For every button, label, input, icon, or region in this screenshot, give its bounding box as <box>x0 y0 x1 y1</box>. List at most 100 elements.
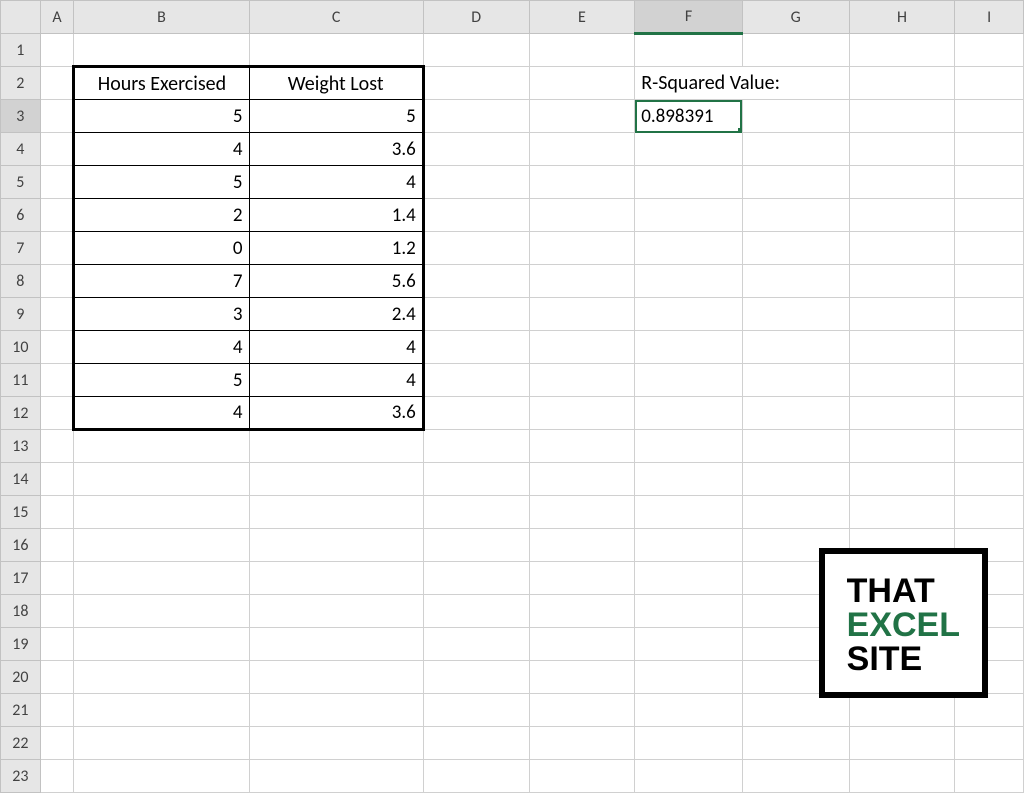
cell[interactable] <box>40 67 74 100</box>
cell[interactable] <box>849 496 955 529</box>
cell[interactable] <box>849 463 955 496</box>
cell[interactable] <box>40 760 74 793</box>
cell[interactable] <box>635 232 743 265</box>
cell-F3-selected[interactable]: 0.898391 <box>635 100 743 133</box>
cell[interactable] <box>423 34 529 67</box>
cell-C5[interactable]: 4 <box>249 166 423 199</box>
cell[interactable] <box>74 727 249 760</box>
row-header-10[interactable]: 10 <box>1 331 41 364</box>
cell[interactable] <box>423 529 529 562</box>
cell[interactable] <box>423 463 529 496</box>
row-header-16[interactable]: 16 <box>1 529 41 562</box>
cell[interactable] <box>74 496 249 529</box>
cell[interactable] <box>423 67 529 100</box>
cell[interactable] <box>742 265 849 298</box>
row-header-8[interactable]: 8 <box>1 265 41 298</box>
cell[interactable] <box>742 727 849 760</box>
table-header-hours[interactable]: Hours Exercised <box>74 67 249 100</box>
cell[interactable] <box>423 496 529 529</box>
cell[interactable] <box>423 232 529 265</box>
row-header-13[interactable]: 13 <box>1 430 41 463</box>
cell[interactable] <box>529 595 635 628</box>
cell[interactable] <box>635 34 743 67</box>
cell[interactable] <box>955 199 1024 232</box>
col-header-A[interactable]: A <box>40 1 74 34</box>
cell[interactable] <box>423 595 529 628</box>
cell[interactable] <box>529 34 635 67</box>
cell[interactable] <box>529 496 635 529</box>
cell[interactable] <box>849 727 955 760</box>
cell[interactable] <box>249 727 423 760</box>
cell[interactable] <box>955 100 1024 133</box>
cell[interactable] <box>742 397 849 430</box>
cell[interactable] <box>955 364 1024 397</box>
cell[interactable] <box>849 298 955 331</box>
cell[interactable] <box>635 628 743 661</box>
cell[interactable] <box>40 463 74 496</box>
cell[interactable] <box>849 760 955 793</box>
cell[interactable] <box>74 694 249 727</box>
cell[interactable] <box>742 760 849 793</box>
cell[interactable] <box>635 199 743 232</box>
cell[interactable] <box>423 166 529 199</box>
cell[interactable] <box>74 430 249 463</box>
cell[interactable] <box>40 694 74 727</box>
row-header-9[interactable]: 9 <box>1 298 41 331</box>
cell[interactable] <box>40 727 74 760</box>
cell[interactable] <box>742 694 849 727</box>
cell-B5[interactable]: 5 <box>74 166 249 199</box>
cell[interactable] <box>742 364 849 397</box>
row-header-21[interactable]: 21 <box>1 694 41 727</box>
cell[interactable] <box>955 232 1024 265</box>
cell[interactable] <box>849 100 955 133</box>
cell[interactable] <box>529 628 635 661</box>
cell[interactable] <box>635 298 743 331</box>
cell[interactable] <box>849 694 955 727</box>
row-header-14[interactable]: 14 <box>1 463 41 496</box>
cell[interactable] <box>529 331 635 364</box>
cell[interactable] <box>249 694 423 727</box>
cell[interactable] <box>529 232 635 265</box>
cell[interactable] <box>955 133 1024 166</box>
cell[interactable] <box>635 397 743 430</box>
cell[interactable] <box>635 595 743 628</box>
cell[interactable] <box>74 661 249 694</box>
cell[interactable] <box>423 661 529 694</box>
cell[interactable] <box>529 430 635 463</box>
cell[interactable] <box>529 661 635 694</box>
cell-B12[interactable]: 4 <box>74 397 249 430</box>
col-header-H[interactable]: H <box>849 1 955 34</box>
cell[interactable] <box>529 694 635 727</box>
cell[interactable] <box>529 166 635 199</box>
cell[interactable] <box>635 166 743 199</box>
cell[interactable] <box>249 430 423 463</box>
cell[interactable] <box>635 760 743 793</box>
cell[interactable] <box>955 331 1024 364</box>
cell[interactable] <box>955 298 1024 331</box>
cell-C4[interactable]: 3.6 <box>249 133 423 166</box>
cell[interactable] <box>40 298 74 331</box>
cell[interactable] <box>249 562 423 595</box>
cell[interactable] <box>40 628 74 661</box>
cell[interactable] <box>849 364 955 397</box>
cell[interactable] <box>529 397 635 430</box>
cell[interactable] <box>74 463 249 496</box>
cell[interactable] <box>423 199 529 232</box>
row-header-12[interactable]: 12 <box>1 397 41 430</box>
cell[interactable] <box>74 34 249 67</box>
cell[interactable] <box>955 496 1024 529</box>
cell[interactable] <box>40 529 74 562</box>
cell[interactable] <box>955 67 1024 100</box>
cell-C7[interactable]: 1.2 <box>249 232 423 265</box>
cell[interactable] <box>955 265 1024 298</box>
cell[interactable] <box>40 496 74 529</box>
cell[interactable] <box>423 628 529 661</box>
cell[interactable] <box>849 166 955 199</box>
cell[interactable] <box>249 595 423 628</box>
cell[interactable] <box>423 265 529 298</box>
cell[interactable] <box>635 364 743 397</box>
cell[interactable] <box>529 529 635 562</box>
cell[interactable] <box>955 34 1024 67</box>
cell-B4[interactable]: 4 <box>74 133 249 166</box>
row-header-22[interactable]: 22 <box>1 727 41 760</box>
